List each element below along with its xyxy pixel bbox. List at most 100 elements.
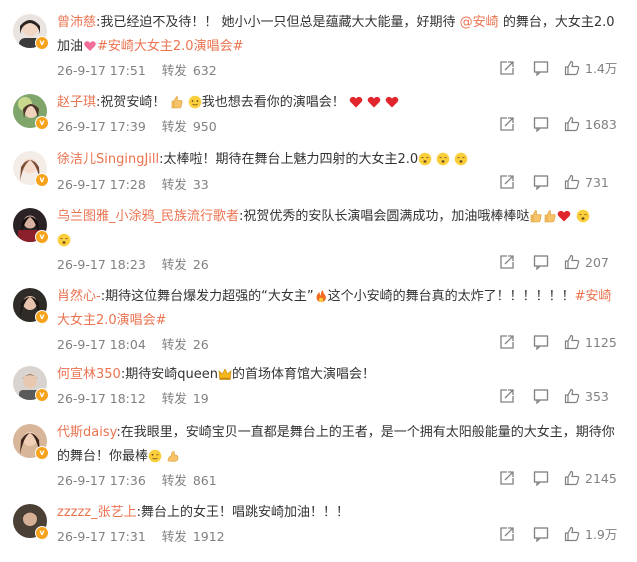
username-link[interactable]: 代斯daisy <box>57 425 116 440</box>
comment-text: 代斯daisy:在我眼里，安崎宝贝一直都是舞台上的王者，是一个拥有太阳般能量的大… <box>57 421 617 469</box>
repost-count: 26 <box>192 257 209 272</box>
username-link[interactable]: 乌兰图雅_小涂鸦_民族流行歌者 <box>57 209 239 224</box>
username-link[interactable]: 肖然心- <box>57 289 101 304</box>
repost-label: 转发 <box>161 529 187 544</box>
comment-icon[interactable] <box>533 116 549 132</box>
share-icon[interactable] <box>499 526 515 542</box>
comment-icon[interactable] <box>533 174 549 190</box>
comment-body: :我已经迫不及待！！ 她小小一只但总是蕴藏大大能量，好期待 <box>96 15 460 30</box>
comment-actions: 207 <box>499 254 625 272</box>
username-link[interactable]: zzzzz_张艺上 <box>57 505 137 520</box>
comment-text: 徐洁儿SingingJill:太棒啦！期待在舞台上魅力四射的大女主2.0 <box>57 148 617 172</box>
comment-body: 的首场体育馆大演唱会！ <box>231 367 375 382</box>
heart-emoji-icon <box>84 41 96 51</box>
like-icon[interactable] <box>564 526 580 542</box>
heart-emoji-icon <box>558 210 571 222</box>
like-icon[interactable] <box>564 388 580 404</box>
repost-count: 33 <box>192 177 209 192</box>
like-count: 1125 <box>585 335 617 350</box>
avatar[interactable]: v <box>13 14 49 50</box>
username-link[interactable]: 徐洁儿SingingJill <box>57 152 159 167</box>
comment-body: :在我眼里，安崎宝贝一直都是舞台上的王者，是一个拥有太阳般能量的大女主，期待你的… <box>57 425 615 464</box>
comment-text: 肖然心-:期待这位舞台爆发力超强的“大女主” 这个小安崎的舞台真的太炸了！！！！！… <box>57 285 617 333</box>
comment-meta: 26-9-17 17:39 转发 950 <box>57 116 217 135</box>
verified-badge-icon: v <box>35 446 49 460</box>
comment-body: :舞台上的女王！唱跳安崎加油！！！ <box>136 505 350 520</box>
fire-emoji-icon <box>316 290 326 302</box>
username-link[interactable]: 曾沛慈 <box>57 15 96 30</box>
like-count: 1.4万 <box>585 61 618 76</box>
like-count: 353 <box>585 389 609 404</box>
verified-badge-icon: v <box>35 36 49 50</box>
like-count: 207 <box>585 255 609 270</box>
crown-emoji-icon <box>218 368 232 380</box>
comment-meta: 26-9-17 18:04 转发 26 <box>57 334 209 353</box>
comment-actions: 1.9万 <box>499 526 625 544</box>
like-icon[interactable] <box>564 174 580 190</box>
repost-label: 转发 <box>161 473 187 488</box>
comment-actions: 1.4万 <box>499 60 625 78</box>
comment-icon[interactable] <box>533 334 549 350</box>
share-icon[interactable] <box>499 116 515 132</box>
comment-meta: 26-9-17 18:23 转发 26 <box>57 254 209 273</box>
repost-count: 1912 <box>192 529 225 544</box>
repost-count: 26 <box>192 337 209 352</box>
comment-text: zzzzz_张艺上:舞台上的女王！唱跳安崎加油！！！ <box>57 501 617 525</box>
avatar[interactable]: v <box>13 366 49 402</box>
avatar[interactable]: v <box>13 288 49 324</box>
repost-label: 转发 <box>161 63 187 78</box>
comment-icon[interactable] <box>533 526 549 542</box>
timestamp: 26-9-17 17:28 <box>57 177 146 192</box>
comment-body: :期待这位舞台爆发力超强的“大女主” <box>100 289 314 304</box>
comment-icon[interactable] <box>533 388 549 404</box>
avatar[interactable]: v <box>13 504 49 540</box>
repost-label: 转发 <box>161 391 187 406</box>
comment-text: 赵子琪:祝贺安崎！ 我也想去看你的演唱会！ <box>57 91 617 115</box>
comment-meta: 26-9-17 18:12 转发 19 <box>57 388 209 407</box>
share-icon[interactable] <box>499 470 515 486</box>
thumbs-up-emoji-icon <box>171 96 183 109</box>
like-icon[interactable] <box>564 116 580 132</box>
avatar[interactable]: v <box>13 151 49 187</box>
comment-body: :期待安崎queen <box>120 367 218 382</box>
shy-smile-emoji-icon <box>188 95 201 109</box>
username-link[interactable]: 何宣林350 <box>57 367 121 382</box>
share-icon[interactable] <box>499 334 515 350</box>
timestamp: 26-9-17 18:23 <box>57 257 146 272</box>
hashtag-link[interactable]: #安崎大女主2.0演唱会# <box>97 39 243 54</box>
blush-emoji-icon <box>455 152 468 166</box>
avatar[interactable]: v <box>13 94 49 130</box>
share-icon[interactable] <box>499 174 515 190</box>
timestamp: 26-9-17 17:31 <box>57 529 146 544</box>
verified-badge-icon: v <box>35 310 49 324</box>
mention-link[interactable]: @安崎 <box>460 15 499 30</box>
timestamp: 26-9-17 18:04 <box>57 337 146 352</box>
comment-body: :太棒啦！期待在舞台上魅力四射的大女主2.0 <box>159 152 419 167</box>
heart-emoji-icon <box>349 96 363 108</box>
repost-count: 632 <box>192 63 217 78</box>
like-icon[interactable] <box>564 254 580 270</box>
avatar[interactable]: v <box>13 208 49 244</box>
comment-text: 何宣林350:期待安崎queen 的首场体育馆大演唱会！ <box>57 363 617 387</box>
timestamp: 26-9-17 17:39 <box>57 119 146 134</box>
repost-label: 转发 <box>161 177 187 192</box>
comment-icon[interactable] <box>533 60 549 76</box>
share-icon[interactable] <box>499 388 515 404</box>
like-icon[interactable] <box>564 334 580 350</box>
comment-actions: 731 <box>499 174 625 192</box>
share-icon[interactable] <box>499 60 515 76</box>
repost-count: 861 <box>192 473 217 488</box>
avatar[interactable]: v <box>13 424 49 460</box>
like-icon[interactable] <box>564 60 580 76</box>
heart-emoji-icon <box>385 96 399 108</box>
username-link[interactable]: 赵子琪 <box>57 95 96 110</box>
like-icon[interactable] <box>564 470 580 486</box>
share-icon[interactable] <box>499 254 515 270</box>
comment-icon[interactable] <box>533 470 549 486</box>
like-count: 731 <box>585 175 609 190</box>
wink-emoji-icon <box>148 449 162 463</box>
comment-icon[interactable] <box>533 254 549 270</box>
blush-emoji-icon <box>57 233 71 247</box>
blush-emoji-icon <box>576 209 589 223</box>
thumbs-up-emoji-icon <box>531 210 542 223</box>
